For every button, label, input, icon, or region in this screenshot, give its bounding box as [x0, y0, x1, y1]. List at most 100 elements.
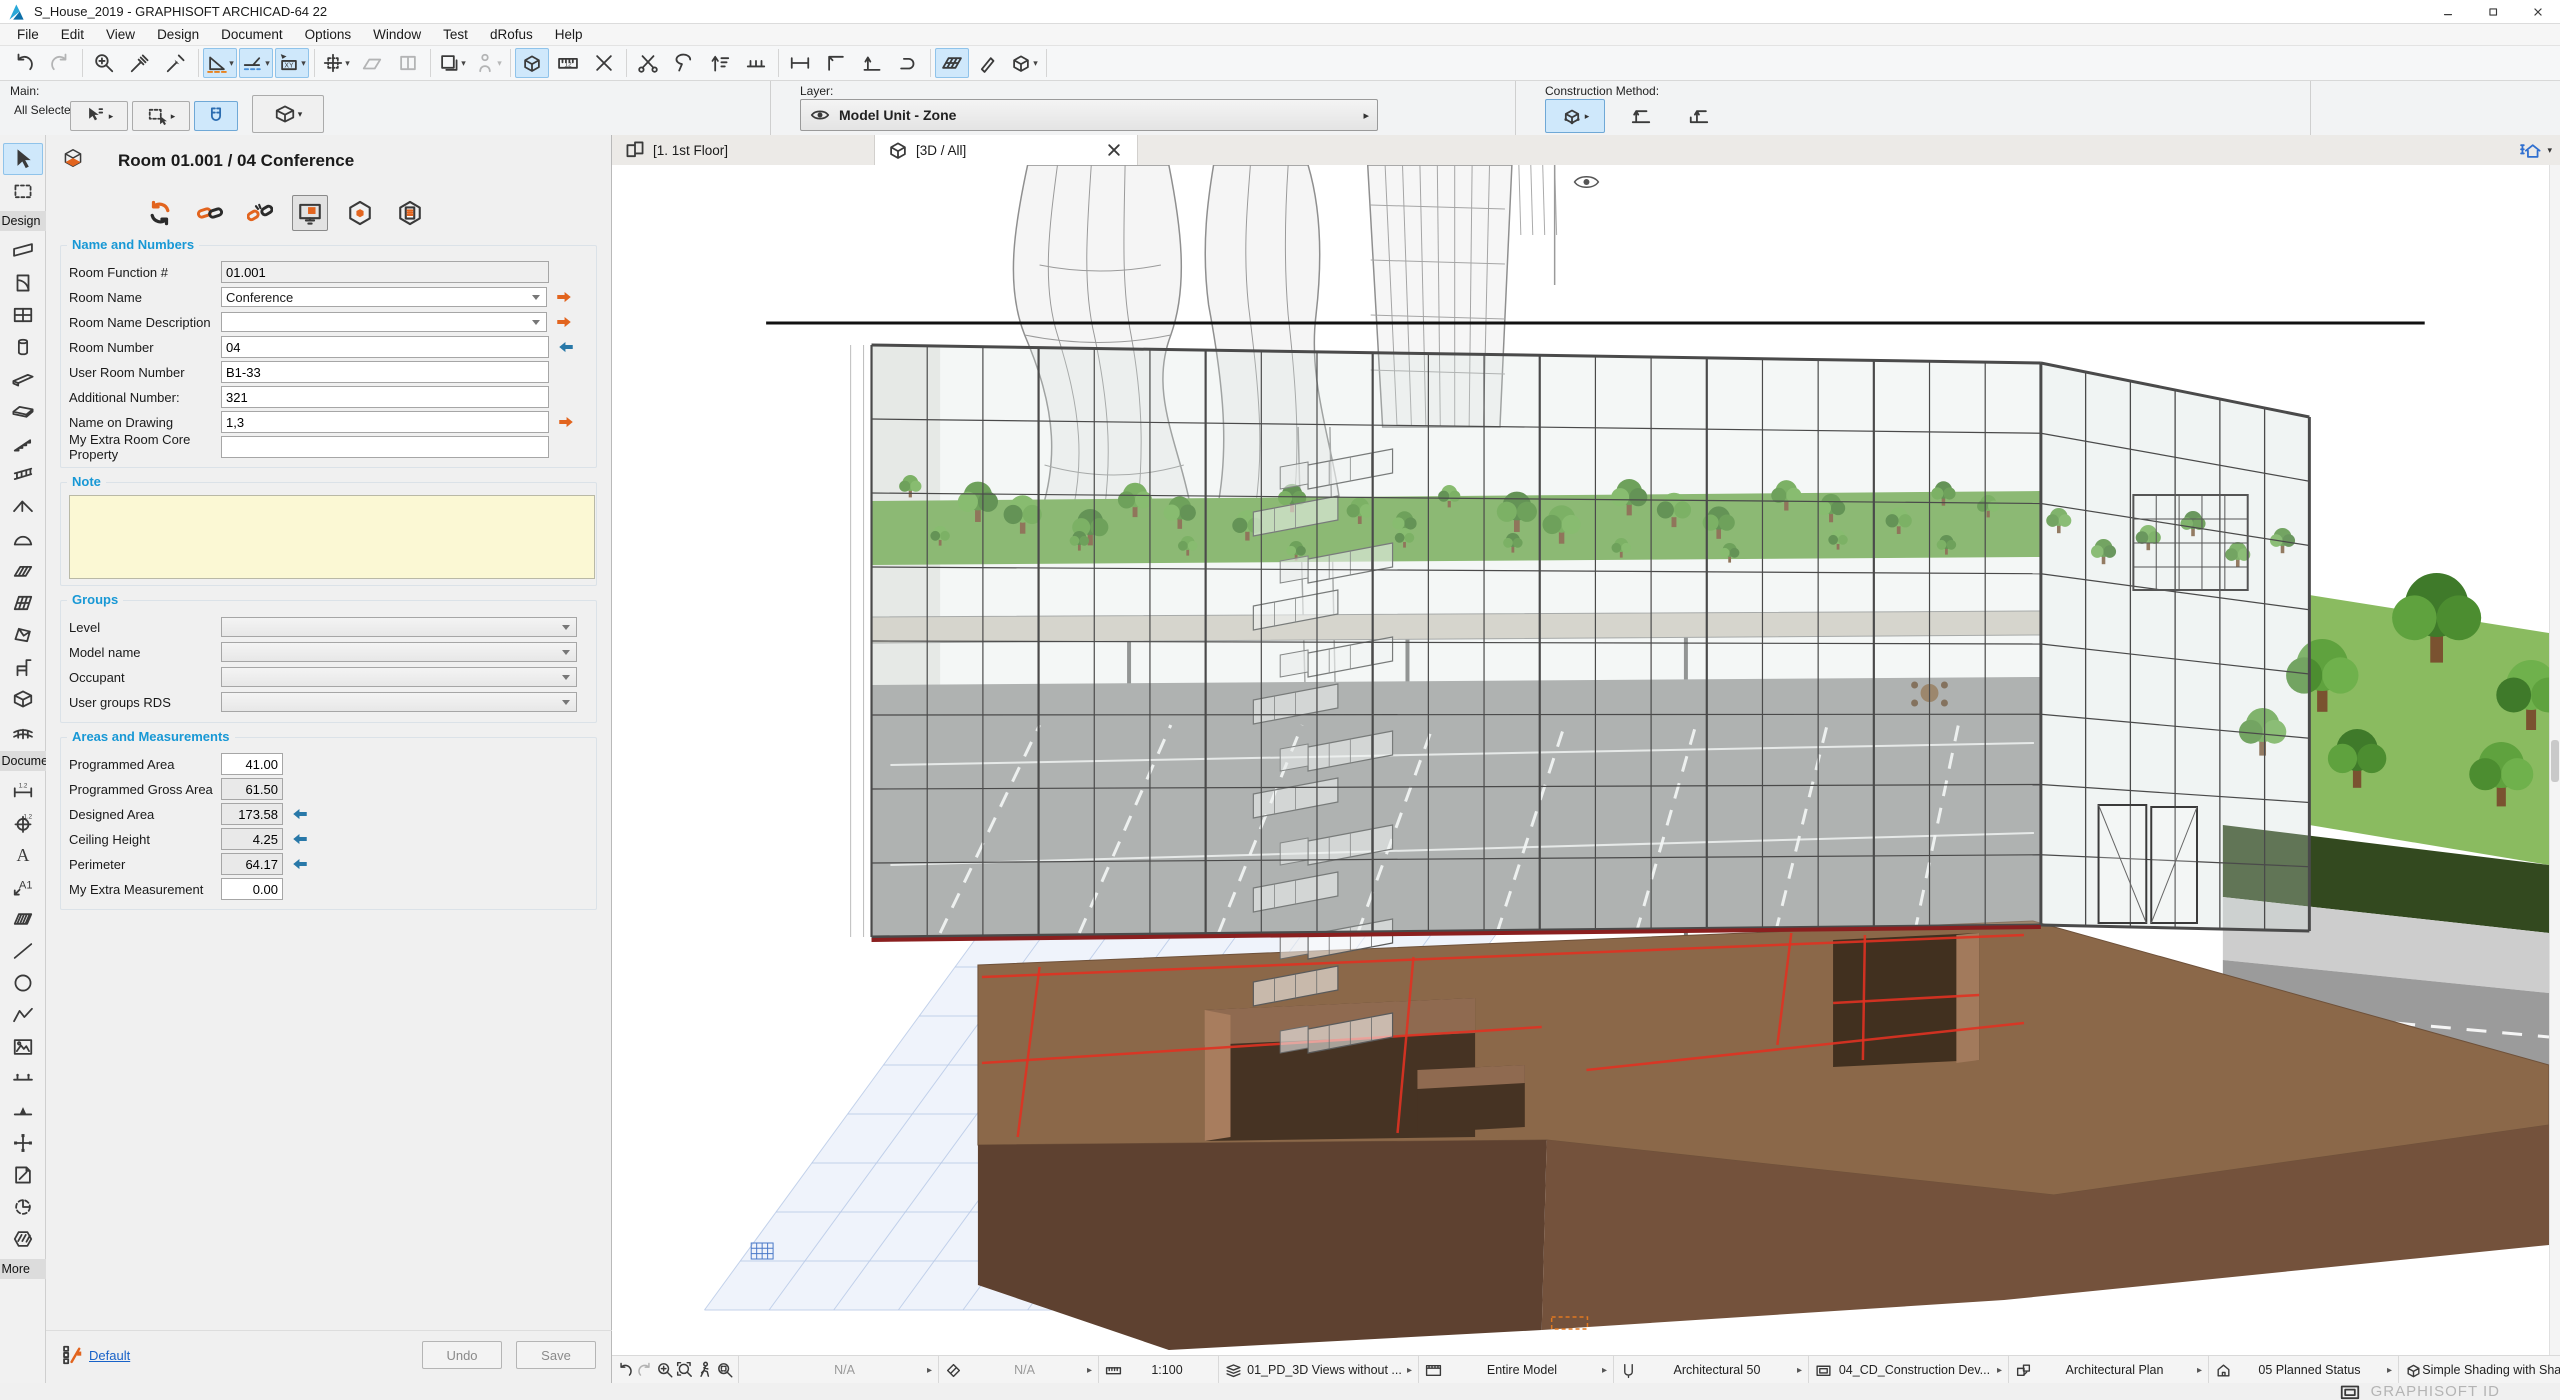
tool-section[interactable]	[3, 1063, 43, 1095]
toolbox-section-more[interactable]: More	[0, 1259, 46, 1279]
quickbar-segment-8[interactable]: 05 Planned Status▸	[2209, 1356, 2399, 1384]
menu-help[interactable]: Help	[544, 25, 594, 44]
tool-arrow[interactable]	[3, 143, 43, 175]
room-name-dropdown[interactable]: Conference	[221, 287, 547, 307]
tool-change[interactable]	[3, 1223, 43, 1255]
toolbox-section-document[interactable]: Docume	[0, 751, 46, 771]
sortup-button[interactable]	[703, 48, 737, 78]
quickbar-segment-0[interactable]: N/A▸	[739, 1356, 939, 1384]
tool-marquee[interactable]	[3, 175, 43, 207]
tool-slab[interactable]	[3, 395, 43, 427]
toolbox-section-design[interactable]: Design	[0, 211, 46, 231]
tool-beam[interactable]	[3, 363, 43, 395]
close-button[interactable]	[2515, 0, 2560, 23]
tool-shell[interactable]	[3, 523, 43, 555]
copyframe-button[interactable]: ▾	[435, 48, 469, 78]
tool-leveldim[interactable]: 1.2	[3, 807, 43, 839]
my-extra-measurement-input[interactable]	[221, 878, 283, 900]
extra-room-core-property-input[interactable]	[221, 436, 549, 458]
link-button[interactable]	[192, 195, 228, 231]
quickbar-segment-9[interactable]: Simple Shading with Sha...▸	[2399, 1356, 2560, 1384]
planegrid-button[interactable]	[935, 48, 969, 78]
tool-railing[interactable]	[3, 459, 43, 491]
tool-line[interactable]	[3, 935, 43, 967]
skew-button[interactable]	[355, 48, 389, 78]
tool-skylight[interactable]	[3, 555, 43, 587]
person-button[interactable]: ▾	[471, 48, 505, 78]
note-textarea[interactable]	[69, 495, 595, 579]
guide-button[interactable]: ▾	[203, 48, 237, 78]
quickbar-segment-1[interactable]: N/A▸	[939, 1356, 1099, 1384]
fitx-button[interactable]	[587, 48, 621, 78]
redo-button[interactable]	[43, 48, 77, 78]
edit-selected-button[interactable]: ▸	[70, 101, 128, 131]
zone-tool-settings-button[interactable]: ▾	[252, 95, 324, 133]
additional-number-input[interactable]	[221, 386, 549, 408]
lasso-button[interactable]	[667, 48, 701, 78]
sync-button[interactable]	[142, 195, 178, 231]
user-room-number-input[interactable]	[221, 361, 549, 383]
monitor-button[interactable]	[292, 195, 328, 231]
programmed-area-input[interactable]	[221, 753, 283, 775]
tool-polyline[interactable]	[3, 999, 43, 1031]
occupant-dropdown[interactable]	[221, 667, 577, 687]
construction-method-ref2-button[interactable]	[1673, 99, 1725, 133]
layer-dropdown[interactable]: Model Unit - Zone ▸	[800, 99, 1378, 131]
menu-drofus[interactable]: dRofus	[479, 25, 544, 44]
quickbar-segment-6[interactable]: 04_CD_Construction Dev...▸	[1809, 1356, 2009, 1384]
tool-wall[interactable]	[3, 235, 43, 267]
tab-3d-all[interactable]: [3D / All]	[875, 135, 1138, 166]
save-button[interactable]: Save	[516, 1341, 596, 1369]
tool-elevation[interactable]	[3, 1095, 43, 1127]
tool-column[interactable]	[3, 331, 43, 363]
snap-button[interactable]: ▾	[239, 48, 273, 78]
model-name-dropdown[interactable]	[221, 642, 577, 662]
menu-document[interactable]: Document	[210, 25, 294, 44]
windows-icon[interactable]	[2339, 1381, 2361, 1400]
tool-intelev[interactable]	[3, 1127, 43, 1159]
tool-zone[interactable]	[3, 683, 43, 715]
designed-area-input[interactable]	[221, 803, 283, 825]
walk-button[interactable]	[696, 1361, 714, 1379]
fitwin-button[interactable]	[676, 1361, 694, 1379]
menu-view[interactable]: View	[95, 25, 146, 44]
tool-dimension[interactable]: 1.2	[3, 775, 43, 807]
user-groups-rds-dropdown[interactable]	[221, 692, 577, 712]
zoomsel-button[interactable]	[87, 48, 121, 78]
undo-button[interactable]: Undo	[422, 1341, 502, 1369]
menu-file[interactable]: File	[6, 25, 50, 44]
tool-worksheet[interactable]	[3, 1159, 43, 1191]
cubet-button[interactable]: ▾	[1007, 48, 1041, 78]
quickbar-segment-5[interactable]: Architectural 50▸	[1614, 1356, 1809, 1384]
tool-stair[interactable]	[3, 427, 43, 459]
pent-button[interactable]	[971, 48, 1005, 78]
inject-button[interactable]	[159, 48, 193, 78]
perimeter-input[interactable]	[221, 853, 283, 875]
menu-design[interactable]: Design	[146, 25, 210, 44]
tool-figure[interactable]	[3, 1031, 43, 1063]
level-dropdown[interactable]	[221, 617, 577, 637]
tool-object[interactable]	[3, 651, 43, 683]
tool-mesh[interactable]	[3, 715, 43, 747]
magnet-toggle[interactable]	[194, 101, 238, 131]
ceiling-height-input[interactable]	[221, 828, 283, 850]
tool-roof[interactable]	[3, 491, 43, 523]
tab-1st-floor[interactable]: [1. 1st Floor]	[612, 135, 875, 165]
tool-door[interactable]	[3, 267, 43, 299]
scissors-button[interactable]	[631, 48, 665, 78]
viewport-scrollbar[interactable]	[2549, 165, 2560, 1355]
tool-morph[interactable]	[3, 619, 43, 651]
coords-button[interactable]: XY▾	[275, 48, 309, 78]
dimb-button[interactable]	[783, 48, 817, 78]
hexcube-button[interactable]	[342, 195, 378, 231]
hexdoc-button[interactable]	[392, 195, 428, 231]
quickbar-segment-4[interactable]: Entire Model▸	[1419, 1356, 1614, 1384]
navigator-icon[interactable]	[2519, 139, 2545, 161]
axo-button[interactable]	[515, 48, 549, 78]
edit-all-button[interactable]: ▸	[132, 101, 190, 131]
room-name-description-dropdown[interactable]	[221, 312, 547, 332]
programmed-gross-area-input[interactable]	[221, 778, 283, 800]
zoombox-button[interactable]	[716, 1361, 734, 1379]
undo-button[interactable]	[7, 48, 41, 78]
3d-viewport[interactable]	[612, 165, 2549, 1355]
